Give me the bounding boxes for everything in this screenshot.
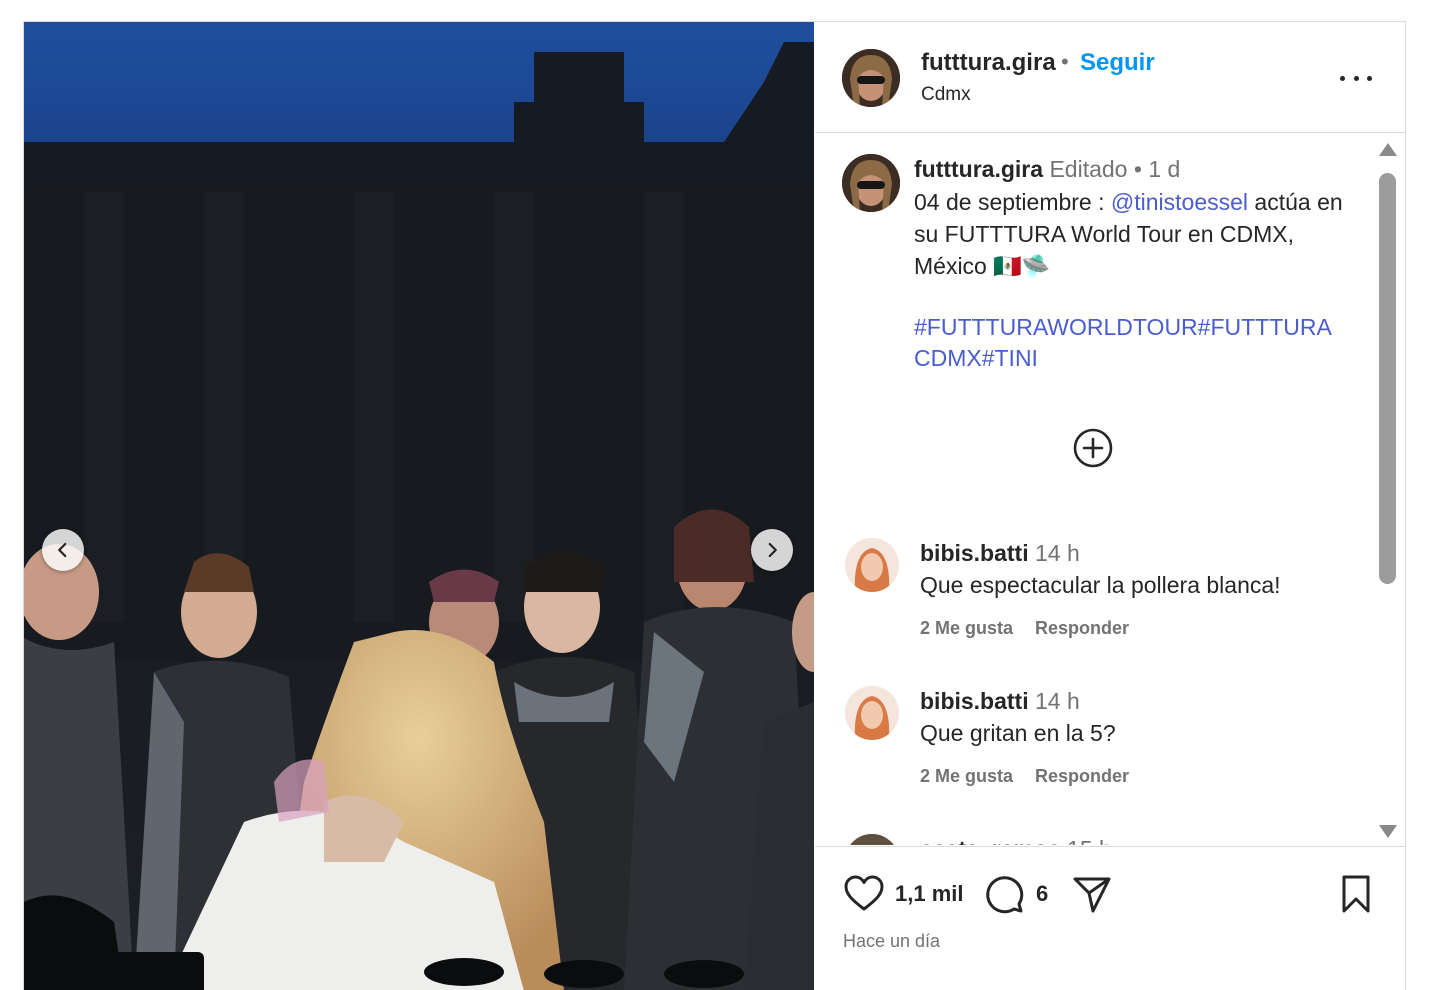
chevron-right-icon	[768, 542, 777, 558]
post-location[interactable]: Cdmx	[921, 84, 971, 106]
comment-time: 15 h	[1067, 836, 1112, 845]
post-modal: futttura.gira • Seguir Cdmx futttura.gir…	[23, 21, 1406, 990]
avatar-image	[845, 834, 899, 845]
comment-text: Que gritan en la 5?	[920, 720, 1116, 746]
caption-mention-link[interactable]: @tinistoessel	[1111, 189, 1248, 215]
comment-username[interactable]: bibis.batti	[920, 540, 1029, 566]
comment-likes[interactable]: 2 Me gusta	[920, 618, 1013, 638]
caption-text: 04 de septiembre : @tinistoessel actúa e…	[914, 186, 1344, 282]
comments-scroll-area[interactable]: futttura.gira Editado • 1 d 04 de septie…	[815, 134, 1405, 845]
commenter-avatar[interactable]	[845, 834, 899, 845]
comment-item: bibis.batti 14 h Que gritan en la 5? 2 M…	[815, 686, 1375, 806]
comment-username[interactable]: caata_ramos	[920, 836, 1061, 845]
author-avatar[interactable]	[842, 49, 900, 107]
next-slide-button[interactable]	[751, 529, 793, 571]
comment-username-line: bibis.batti 14 h	[920, 540, 1080, 567]
header-separator: •	[1061, 49, 1069, 74]
comment-item: caata_ramos 15 h	[815, 834, 1375, 845]
plus-circle-icon[interactable]	[1073, 428, 1113, 468]
post-timestamp[interactable]: Hace un día	[843, 931, 940, 952]
caption-author-avatar[interactable]	[842, 154, 900, 212]
reply-button[interactable]: Responder	[1035, 766, 1129, 786]
chevron-left-icon	[58, 542, 67, 558]
comment-time: 14 h	[1035, 688, 1080, 714]
comment-username-line: bibis.batti 14 h	[920, 688, 1080, 715]
comment-username-line: caata_ramos 15 h	[920, 836, 1112, 845]
comment-bubble-icon[interactable]	[983, 873, 1025, 915]
comment-meta: 2 Me gusta Responder	[920, 766, 1129, 787]
caption-time[interactable]: 1 d	[1148, 156, 1180, 182]
avatar-image	[845, 538, 899, 592]
scroll-down-arrow[interactable]	[1379, 825, 1397, 838]
comment-likes[interactable]: 2 Me gusta	[920, 766, 1013, 786]
comment-count: 6	[1036, 881, 1049, 906]
scrollbar[interactable]	[1378, 143, 1398, 848]
avatar-image	[845, 686, 899, 740]
comment-meta: 2 Me gusta Responder	[920, 618, 1129, 639]
scroll-up-arrow[interactable]	[1379, 143, 1397, 156]
commenter-avatar[interactable]	[845, 686, 899, 740]
caption-text-start: 04 de septiembre :	[914, 189, 1111, 215]
caption-username[interactable]: futttura.gira	[914, 156, 1043, 182]
author-username[interactable]: futttura.gira	[921, 49, 1056, 77]
avatar-image	[842, 49, 900, 107]
comment-text: Que espectacular la pollera blanca!	[920, 572, 1281, 598]
post-media[interactable]	[24, 22, 814, 990]
scrollbar-thumb[interactable]	[1379, 173, 1396, 584]
comment-time: 14 h	[1035, 540, 1080, 566]
follow-button[interactable]: Seguir	[1080, 49, 1155, 77]
post-side-panel: futttura.gira • Seguir Cdmx futttura.gir…	[815, 22, 1405, 990]
like-count[interactable]: 1,1 mil	[895, 881, 963, 907]
caption-hashtags[interactable]: #FUTTTURAWORLDTOUR#FUTTTURACDMX#TINI	[914, 312, 1344, 374]
more-options-icon[interactable]	[1340, 66, 1372, 90]
post-header: futttura.gira • Seguir Cdmx	[815, 22, 1405, 133]
post-actions-bar: 1,1 mil 6 Hace un día	[815, 846, 1405, 990]
bookmark-icon[interactable]	[1335, 873, 1377, 915]
share-paper-plane-icon[interactable]	[1071, 873, 1113, 915]
heart-icon[interactable]	[843, 873, 885, 915]
previous-slide-button[interactable]	[42, 529, 84, 571]
commenter-avatar[interactable]	[845, 538, 899, 592]
reply-button[interactable]: Responder	[1035, 618, 1129, 638]
edited-label: Editado	[1049, 156, 1128, 182]
concert-photo	[24, 22, 814, 990]
caption-separator: •	[1133, 156, 1142, 182]
avatar-image	[842, 154, 900, 212]
comment-username[interactable]: bibis.batti	[920, 688, 1029, 714]
comment-item: bibis.batti 14 h Que espectacular la pol…	[815, 538, 1375, 658]
caption-meta: futttura.gira Editado • 1 d	[914, 156, 1180, 183]
